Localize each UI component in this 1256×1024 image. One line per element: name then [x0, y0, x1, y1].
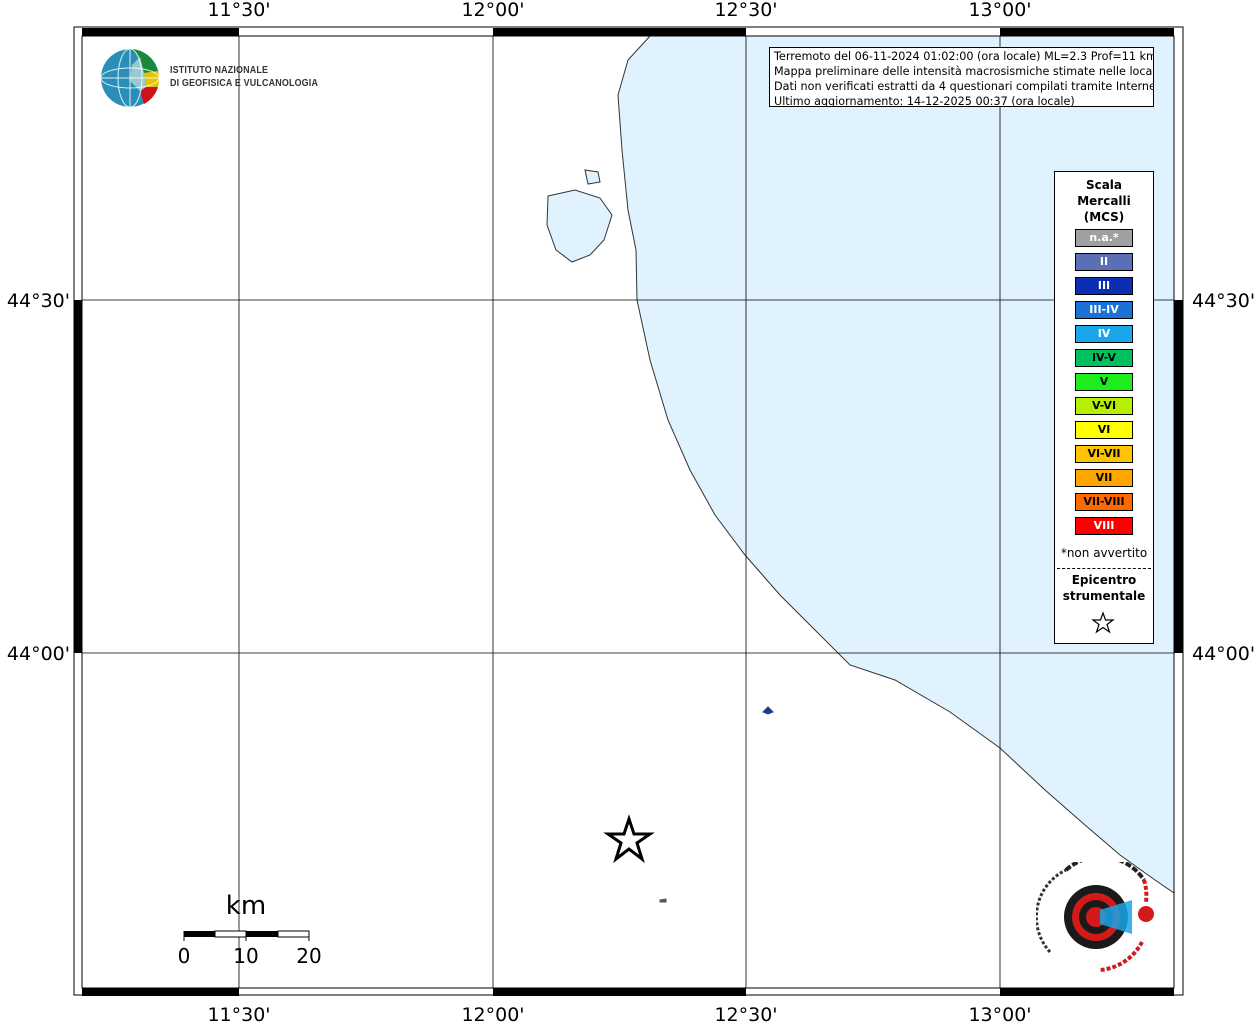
- legend-swatch-6: V: [1075, 373, 1133, 391]
- legend-epicenter-line2: strumentale: [1062, 589, 1146, 603]
- scale-unit: km: [226, 891, 266, 921]
- epicenter-star-icon: [603, 814, 655, 864]
- legend-swatch-0: n.a.*: [1075, 229, 1133, 247]
- ingv-name-line1: ISTITUTO NAZIONALE: [170, 64, 269, 76]
- legend-title: Scala Mercalli (MCS): [1055, 177, 1153, 225]
- event-info-line3: Dati non verificati estratti da 4 questi…: [774, 80, 1154, 93]
- lagoon: [546, 189, 613, 263]
- legend-swatch-4: IV: [1075, 325, 1133, 343]
- island-mark: [762, 706, 774, 715]
- lat-label-left-2: 44°00': [7, 643, 70, 665]
- event-info-line1: Terremoto del 06-11-2024 01:02:00 (ora l…: [774, 50, 1154, 63]
- legend-swatch-11: VII-VIII: [1075, 493, 1133, 511]
- lon-label-top-4: 13°00': [968, 0, 1031, 21]
- legend-swatch-9: VI-VII: [1075, 445, 1133, 463]
- lon-label-bottom-3: 12°30': [714, 1004, 777, 1024]
- legend-swatch-10: VII: [1075, 469, 1133, 487]
- ingv-name: ISTITUTO NAZIONALE DI GEOFISICA E VULCAN…: [170, 64, 318, 90]
- legend-note: *non avvertito: [1060, 546, 1148, 560]
- scale-bar: km 0 10 20: [178, 891, 322, 968]
- lon-label-top-3: 12°30': [714, 0, 777, 21]
- legend-swatch-8: VI: [1075, 421, 1133, 439]
- lat-label-right-1: 44°30': [1192, 290, 1255, 312]
- legend-swatch-12: VIII: [1075, 517, 1133, 535]
- lat-label-left-1: 44°30': [7, 290, 70, 312]
- legend-title-line2: Mercalli: [1077, 194, 1131, 208]
- lon-label-bottom-2: 12°00': [461, 1004, 524, 1024]
- legend-swatch-7: V-VI: [1075, 397, 1133, 415]
- ingv-name-line2: DI GEOFISICA E VULCANOLOGIA: [170, 77, 319, 89]
- event-info-box: Terremoto del 06-11-2024 01:02:00 (ora l…: [769, 47, 1154, 107]
- scale-tick-20: 20: [296, 944, 321, 968]
- lat-label-right-2: 44°00': [1192, 643, 1255, 665]
- scale-tick-0: 0: [178, 944, 191, 968]
- scale-tick-10: 10: [233, 944, 258, 968]
- small-mark: [659, 898, 667, 903]
- legend-swatch-2: III: [1075, 277, 1133, 295]
- lon-label-bottom-4: 13°00': [968, 1004, 1031, 1024]
- mcs-legend: Scala Mercalli (MCS) n.a.* II III III-IV IV I…: [1054, 171, 1154, 644]
- lon-label-bottom-1: 11°30': [207, 1004, 270, 1024]
- haisentito-logo: [1036, 862, 1154, 972]
- lon-label-top-2: 12°00': [461, 0, 524, 21]
- ingv-globe-logo: [100, 48, 160, 108]
- event-info-line4: Ultimo aggiornamento: 14-12-2025 00:37 (…: [774, 95, 1075, 107]
- lon-label-top-1: 11°30': [207, 0, 270, 21]
- legend-star-icon: [1091, 611, 1115, 634]
- legend-swatch-3: III-IV: [1075, 301, 1133, 319]
- legend-swatch-5: IV-V: [1075, 349, 1133, 367]
- legend-swatch-1: II: [1075, 253, 1133, 271]
- legend-separator: [1057, 568, 1151, 569]
- lagoon-small: [584, 169, 601, 185]
- legend-title-line3: (MCS): [1083, 210, 1125, 224]
- event-info-line2: Mappa preliminare delle intensità macros…: [774, 65, 1154, 78]
- legend-title-line1: Scala: [1085, 178, 1123, 192]
- legend-epicenter-title: Epicentro strumentale: [1055, 572, 1153, 604]
- legend-epicenter-line1: Epicentro: [1071, 573, 1137, 587]
